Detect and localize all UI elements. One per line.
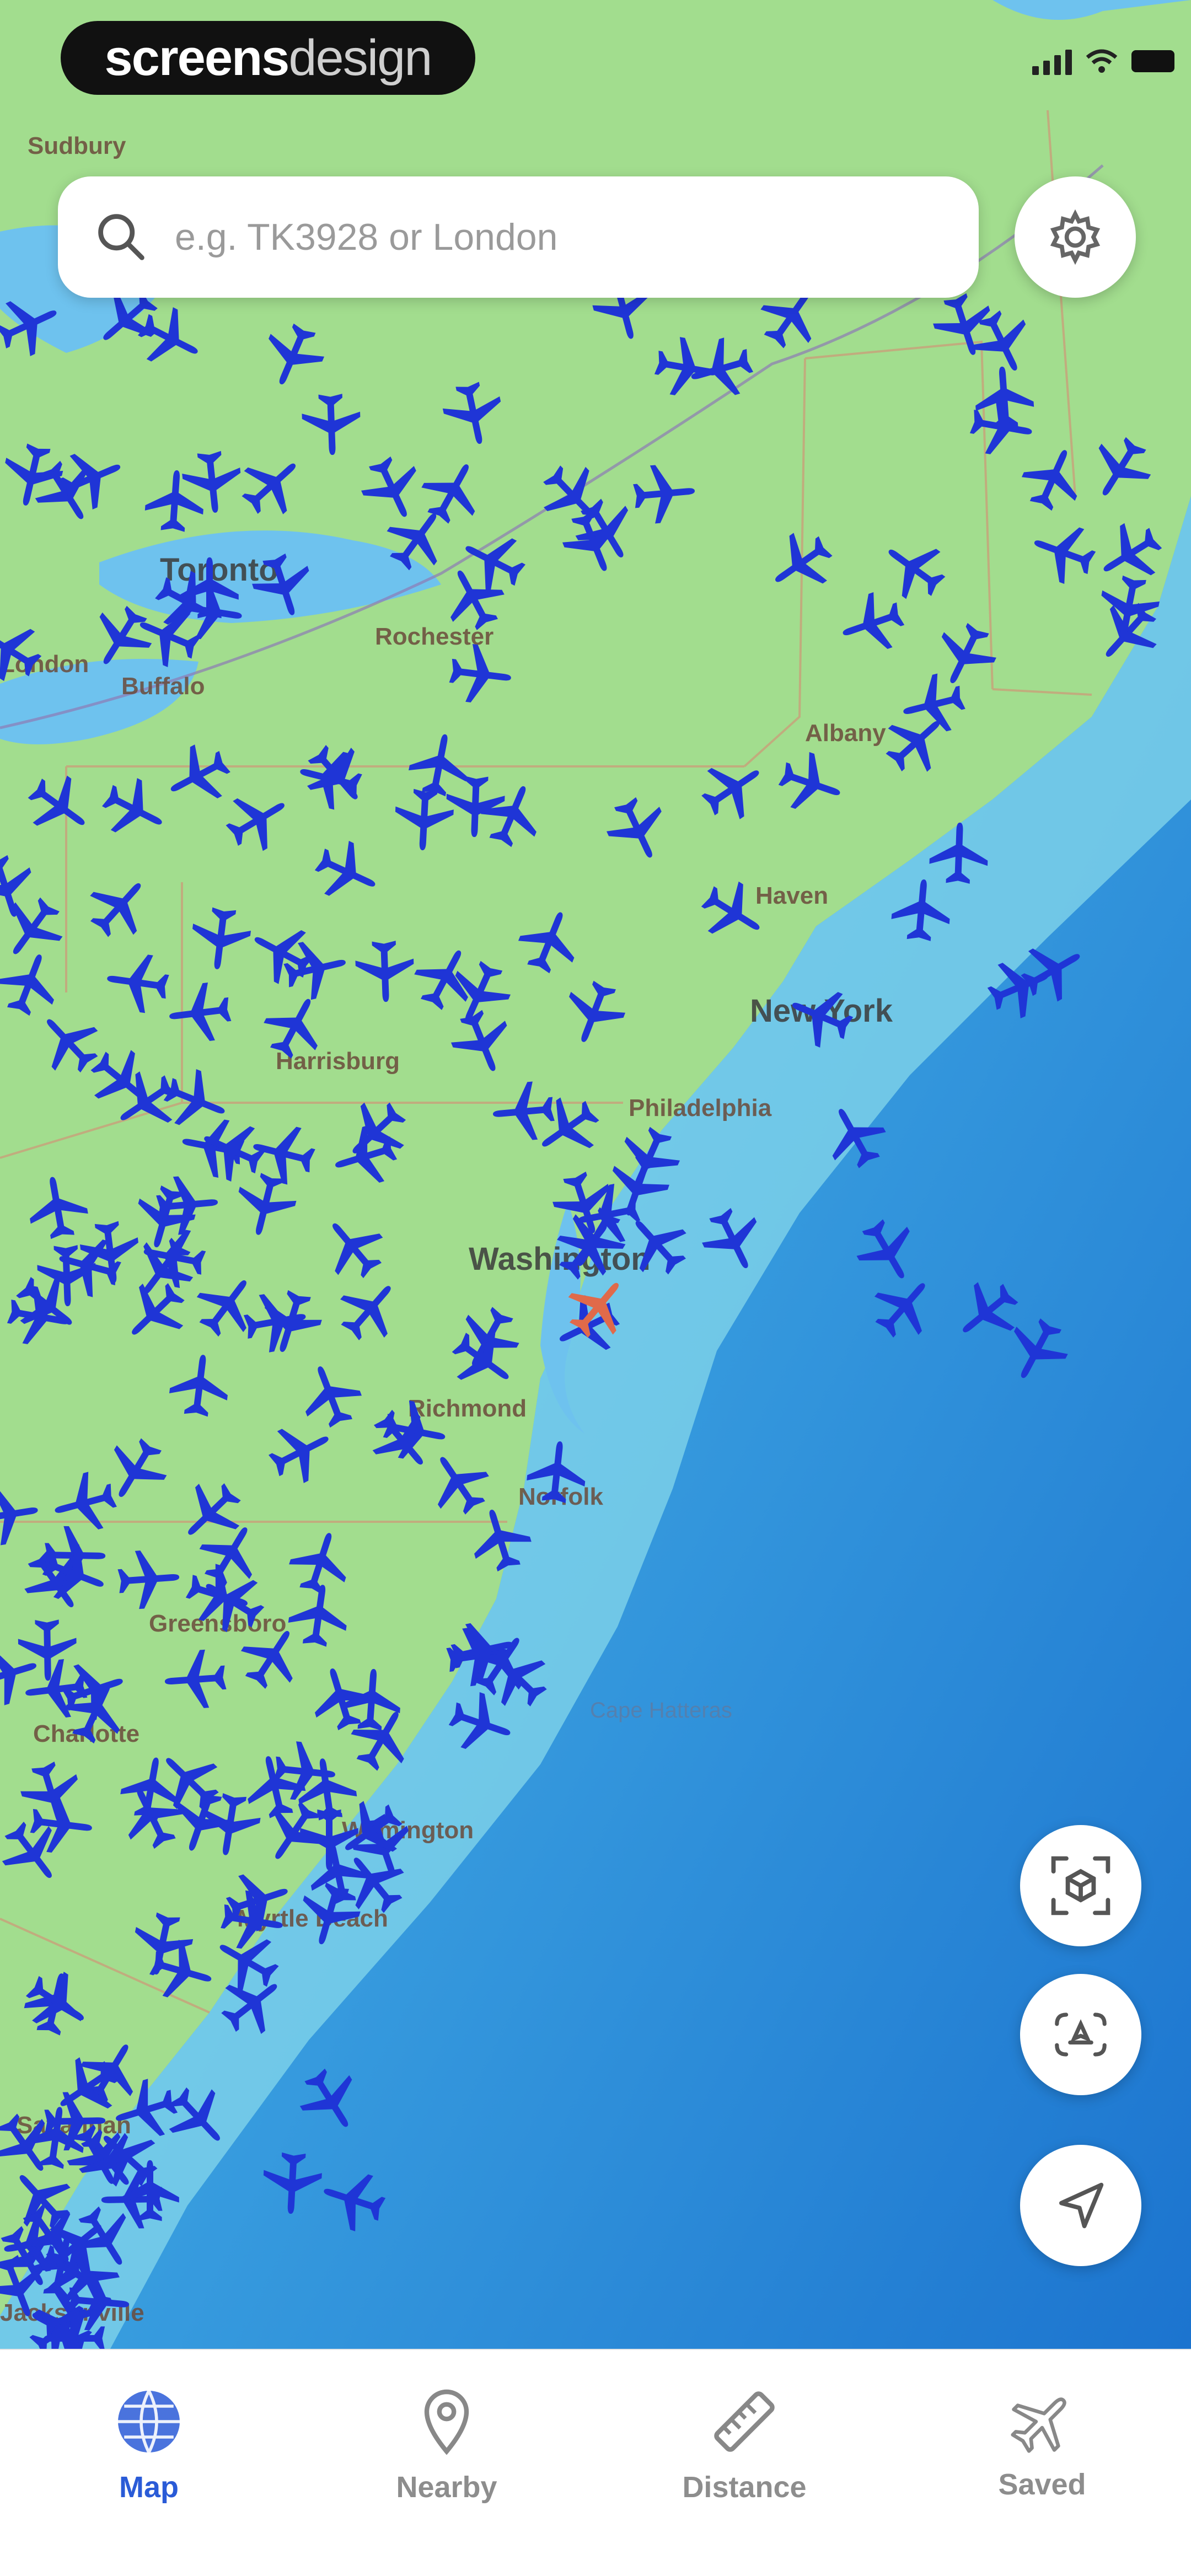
ar-view-button[interactable] xyxy=(1020,1825,1141,1946)
status-bar-icons xyxy=(1032,47,1174,75)
aircraft-marker[interactable] xyxy=(886,873,957,945)
aircraft-marker[interactable] xyxy=(117,2158,183,2224)
tab-nearby[interactable]: Nearby xyxy=(298,2350,596,2537)
tab-distance-label: Distance xyxy=(682,2471,807,2504)
aircraft-marker[interactable] xyxy=(521,1435,593,1508)
aircraft-marker[interactable] xyxy=(163,976,237,1050)
aircraft-marker[interactable] xyxy=(163,1349,237,1423)
aircraft-marker[interactable] xyxy=(1090,568,1168,646)
flight-map[interactable]: Sudbury Toronto London Buffalo Rochester Alba… xyxy=(0,0,1191,2349)
search-bar[interactable] xyxy=(58,176,979,298)
screensdesign-badge: screens design xyxy=(61,21,475,95)
aircraft-marker[interactable] xyxy=(289,1751,364,1826)
aircraft-marker[interactable] xyxy=(140,465,210,536)
settings-button[interactable] xyxy=(1015,176,1136,298)
aircraft-marker[interactable] xyxy=(443,1611,522,1689)
badge-part1: screens xyxy=(104,29,290,86)
tab-saved[interactable]: Saved xyxy=(893,2350,1191,2537)
pin-icon xyxy=(424,2389,469,2455)
bottom-tab-bar: Map Nearby Distance Saved xyxy=(0,2349,1191,2576)
search-icon xyxy=(98,214,144,260)
tab-map[interactable]: Map xyxy=(0,2350,298,2537)
location-arrow-icon xyxy=(1059,2182,1104,2229)
aircraft-marker[interactable] xyxy=(297,390,366,459)
aircraft-marker[interactable] xyxy=(444,637,518,711)
aircraft-marker[interactable] xyxy=(160,1644,230,1715)
gear-icon xyxy=(1050,209,1101,265)
tab-distance[interactable]: Distance xyxy=(596,2350,893,2537)
aircraft-marker[interactable] xyxy=(487,1076,559,1147)
globe-icon xyxy=(118,2390,180,2454)
city-label: Cape Hatteras xyxy=(590,1698,732,1722)
search-input[interactable] xyxy=(174,215,948,259)
ruler-icon xyxy=(714,2391,775,2452)
city-label: Philadelphia xyxy=(629,1094,772,1121)
ar-scan-icon xyxy=(1051,1856,1110,1915)
aircraft-marker[interactable] xyxy=(629,458,700,529)
my-location-button[interactable] xyxy=(1020,2145,1141,2266)
aircraft-marker[interactable] xyxy=(925,819,993,887)
aircraft-marker[interactable] xyxy=(434,375,513,453)
aircraft-marker[interactable] xyxy=(33,1242,101,1310)
tab-nearby-label: Nearby xyxy=(396,2471,497,2504)
tab-saved-label: Saved xyxy=(998,2468,1086,2501)
aircraft-marker[interactable] xyxy=(400,726,478,803)
camera-scan-button[interactable] xyxy=(1020,1974,1141,2095)
tab-map-label: Map xyxy=(119,2471,179,2504)
aircraft-marker[interactable] xyxy=(63,2266,135,2338)
aircraft-marker[interactable] xyxy=(114,1544,184,1614)
city-label: Sudbury xyxy=(28,132,126,159)
camera-scan-icon xyxy=(1055,2012,1107,2057)
aircraft-marker[interactable] xyxy=(100,946,175,1021)
aircraft-marker[interactable] xyxy=(122,1906,201,1984)
wifi-icon xyxy=(1086,49,1118,73)
cellular-signal-icon xyxy=(1032,47,1072,75)
battery-icon xyxy=(1131,50,1174,72)
plane-icon xyxy=(1011,2397,1066,2453)
badge-part2: design xyxy=(288,29,432,86)
